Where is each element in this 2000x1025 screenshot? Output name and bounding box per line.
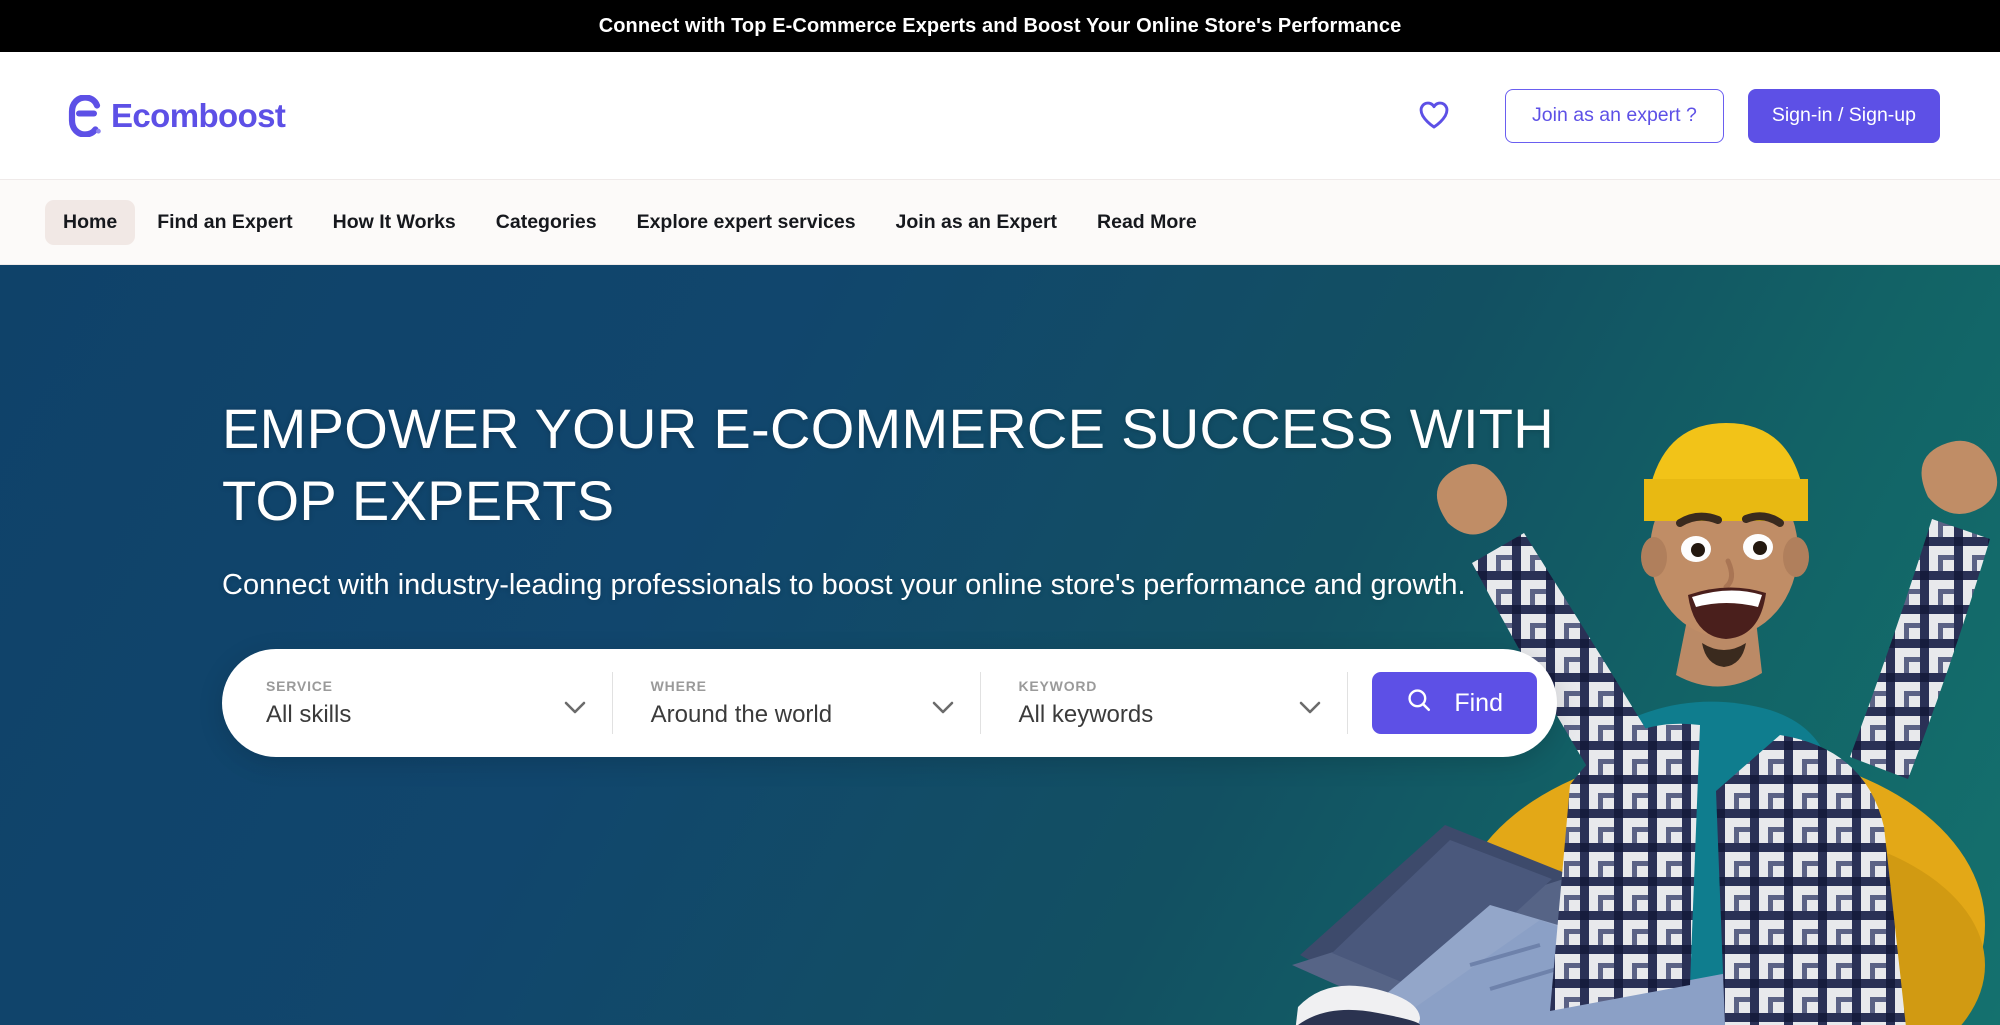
signin-signup-button[interactable]: Sign-in / Sign-up: [1747, 88, 1940, 143]
nav-item-home[interactable]: Home: [45, 199, 136, 245]
nav-item-categories[interactable]: Categories: [478, 200, 615, 245]
site-header: Ecomboost Join as an expert ? Sign-in / …: [0, 52, 2000, 180]
favorites-button[interactable]: [1407, 89, 1461, 143]
hero-title: EMPOWER YOUR E-COMMERCE SUCCESS WITH TOP…: [222, 397, 1555, 532]
keyword-label: KEYWORD: [1018, 677, 1098, 694]
hero-content: EMPOWER YOUR E-COMMERCE SUCCESS WITH TOP…: [0, 265, 2000, 757]
main-navigation: Home Find an Expert How It Works Categor…: [0, 180, 2000, 265]
nav-item-find-an-expert[interactable]: Find an Expert: [139, 200, 310, 245]
where-value: Around the world: [650, 700, 833, 728]
ecomboost-e-mark-icon: [68, 94, 102, 137]
announcement-bar: Connect with Top E-Commerce Experts and …: [0, 0, 2000, 52]
search-field-service[interactable]: SERVICE All skills: [228, 672, 612, 734]
keyword-value: All keywords: [1018, 700, 1154, 728]
find-button-label: Find: [1454, 688, 1503, 717]
nav-item-read-more[interactable]: Read More: [1079, 200, 1215, 245]
join-as-expert-button[interactable]: Join as an expert ?: [1505, 88, 1724, 143]
hero-section: EMPOWER YOUR E-COMMERCE SUCCESS WITH TOP…: [0, 265, 2000, 1025]
nav-item-join-as-an-expert[interactable]: Join as an Expert: [878, 200, 1075, 245]
find-button[interactable]: Find: [1372, 672, 1537, 734]
chevron-down-icon[interactable]: [932, 701, 954, 719]
nav-item-explore-expert-services[interactable]: Explore expert services: [619, 200, 874, 245]
service-value: All skills: [266, 700, 352, 728]
brand-logo[interactable]: Ecomboost: [68, 94, 286, 137]
nav-item-how-it-works[interactable]: How It Works: [315, 200, 474, 245]
search-field-keyword[interactable]: KEYWORD All keywords: [979, 672, 1348, 734]
chevron-down-icon[interactable]: [564, 701, 586, 719]
service-label: SERVICE: [266, 677, 333, 694]
find-button-wrap: Find: [1347, 672, 1549, 734]
heart-icon: [1418, 100, 1450, 132]
chevron-down-icon[interactable]: [1299, 701, 1321, 719]
header-actions: Join as an expert ? Sign-in / Sign-up: [1407, 88, 1940, 143]
hero-subtitle: Connect with industry-leading profession…: [222, 569, 1466, 601]
announcement-text: Connect with Top E-Commerce Experts and …: [598, 14, 1402, 37]
hero-search-bar: SERVICE All skills WHERE Around the worl…: [222, 649, 1557, 757]
brand-name: Ecomboost: [111, 96, 286, 134]
search-icon: [1406, 687, 1432, 720]
where-label: WHERE: [650, 677, 707, 694]
search-field-where[interactable]: WHERE Around the world: [611, 672, 980, 734]
